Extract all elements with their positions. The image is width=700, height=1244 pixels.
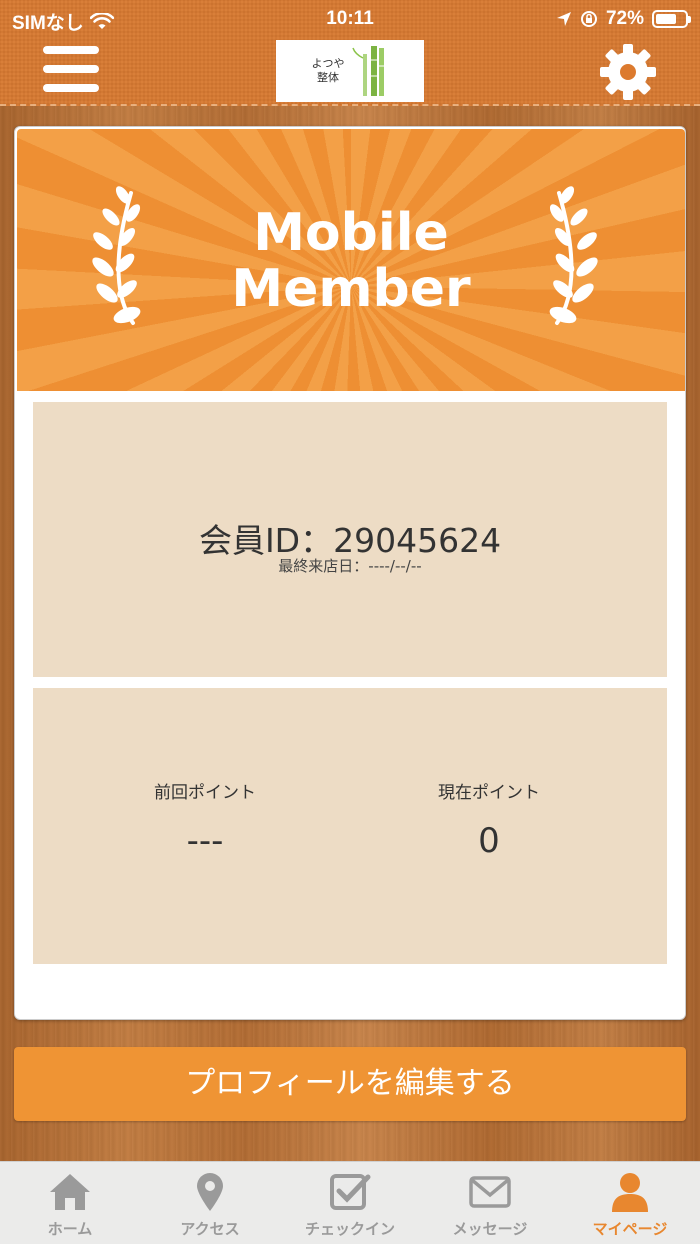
current-points-label: 現在ポイント	[438, 783, 540, 803]
points-panel: 前回ポイント --- 現在ポイント 0	[33, 688, 667, 964]
current-points: 現在ポイント 0	[359, 778, 619, 861]
tab-label: アクセス	[180, 1220, 240, 1238]
bamboo-logo-icon	[352, 46, 384, 96]
tab-mypage[interactable]: マイページ	[560, 1162, 700, 1244]
battery-percent: 72%	[605, 8, 644, 29]
tab-message[interactable]: メッセージ	[420, 1162, 560, 1244]
user-icon	[612, 1173, 648, 1212]
map-pin-icon	[197, 1173, 223, 1211]
shop-logo: よつや 整体	[276, 40, 424, 102]
bottom-tab-bar: ホーム アクセス チェックイン メッセージ マイページ	[0, 1161, 700, 1244]
tab-label: チェックイン	[304, 1220, 395, 1238]
tab-label: メッセージ	[452, 1220, 528, 1238]
menu-bar	[43, 65, 99, 73]
member-card: Mobile Member 会員ID：29045624 最終来店日：----/-…	[14, 126, 686, 1020]
app-header: SIMなし 10:11 72% よつや 整体	[0, 0, 700, 106]
checkbox-icon	[330, 1174, 371, 1210]
envelope-icon	[469, 1176, 511, 1208]
previous-points: 前回ポイント ---	[75, 778, 335, 861]
last-visit-date: 最終来店日：----/--/--	[278, 557, 422, 575]
status-icons: 72%	[556, 8, 691, 30]
tab-access[interactable]: アクセス	[140, 1162, 280, 1244]
current-points-value: 0	[478, 821, 500, 861]
previous-points-label: 前回ポイント	[154, 783, 256, 803]
location-arrow-icon	[556, 12, 571, 26]
member-id-panel: 会員ID：29045624 最終来店日：----/--/--	[33, 402, 667, 677]
tab-label: マイページ	[592, 1220, 668, 1238]
tab-home[interactable]: ホーム	[0, 1162, 140, 1244]
orientation-lock-icon	[580, 11, 597, 27]
menu-bar	[43, 84, 99, 92]
laurel-right-icon	[549, 186, 598, 325]
tab-checkin[interactable]: チェックイン	[280, 1162, 420, 1244]
status-bar: SIMなし 10:11 72%	[0, 0, 700, 36]
battery-fill	[656, 14, 677, 24]
logo-text: よつや 整体	[311, 56, 345, 84]
menu-bar	[43, 46, 99, 54]
previous-points-value: ---	[186, 821, 224, 861]
battery-icon	[652, 10, 691, 28]
tab-label: ホーム	[47, 1220, 93, 1238]
edit-profile-button[interactable]: プロフィールを編集する	[14, 1047, 686, 1121]
home-icon	[50, 1174, 90, 1210]
settings-gear-icon[interactable]	[598, 42, 658, 102]
member-banner: Mobile Member	[17, 129, 685, 391]
hamburger-menu-button[interactable]	[43, 46, 99, 96]
